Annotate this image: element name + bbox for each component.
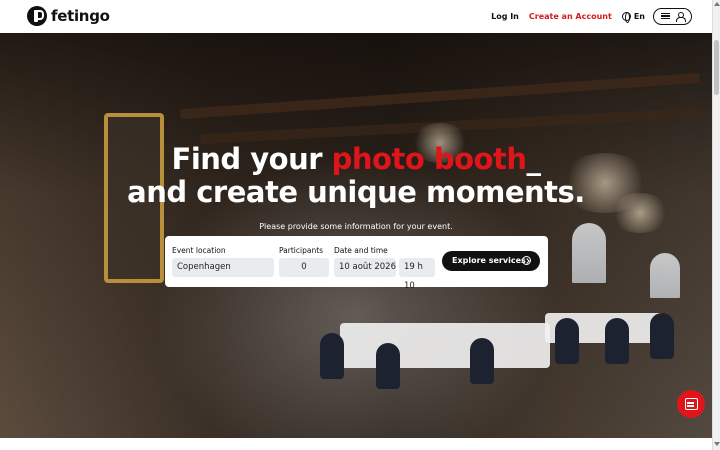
event-search-form: Event location Copenhagen Participants 0…	[165, 236, 548, 291]
chair	[470, 338, 494, 384]
header-nav: Log In Create an Account En	[491, 8, 692, 25]
participants-label: Participants	[279, 246, 324, 255]
arched-window	[650, 253, 680, 298]
headline-cursor: _	[526, 142, 541, 176]
explore-label: Explore services	[452, 256, 526, 265]
chair	[376, 343, 400, 389]
brand-logo[interactable]: fetingo	[27, 6, 110, 26]
hero-subtitle: Please provide some information for your…	[259, 222, 453, 231]
chair	[650, 313, 674, 359]
language-label: En	[633, 12, 645, 21]
brand-name: fetingo	[51, 7, 110, 25]
banquet-table	[340, 323, 550, 368]
scroll-thumb[interactable]	[714, 40, 719, 95]
time-input[interactable]: 19 h 10	[399, 258, 435, 291]
menu-account-button[interactable]	[653, 8, 692, 25]
chat-icon[interactable]	[677, 390, 705, 418]
scroll-down-arrow-icon[interactable]	[714, 442, 720, 446]
logo-icon	[27, 6, 47, 26]
vertical-scrollbar[interactable]	[712, 0, 720, 450]
headline-part1: Find your	[171, 142, 332, 176]
globe-icon	[621, 12, 631, 23]
user-icon	[676, 12, 686, 22]
chair	[555, 318, 579, 364]
menu-icon	[661, 13, 670, 19]
top-header: fetingo Log In Create an Account En	[0, 0, 712, 33]
chair	[320, 333, 344, 379]
date-input[interactable]: 10 août 2026	[334, 258, 396, 277]
datetime-label: Date and time	[334, 246, 388, 255]
headline-highlight: photo booth	[331, 142, 527, 176]
participants-input[interactable]: 0	[279, 258, 329, 277]
location-input[interactable]: Copenhagen	[172, 258, 274, 277]
language-selector[interactable]: En	[621, 12, 645, 23]
headline-line2: and create unique moments.	[127, 175, 585, 209]
hero-headline: Find your photo booth_ and create unique…	[0, 143, 712, 209]
arched-window	[572, 223, 606, 283]
scroll-up-arrow-icon[interactable]	[714, 2, 720, 6]
chair	[605, 318, 629, 364]
page-bottom	[0, 438, 712, 450]
login-link[interactable]: Log In	[491, 12, 519, 21]
hero-section: Find your photo booth_ and create unique…	[0, 33, 712, 438]
explore-services-button[interactable]: Explore services	[442, 251, 540, 271]
location-label: Event location	[172, 246, 226, 255]
arrow-right-circle-icon	[522, 256, 531, 265]
create-account-link[interactable]: Create an Account	[529, 12, 612, 21]
